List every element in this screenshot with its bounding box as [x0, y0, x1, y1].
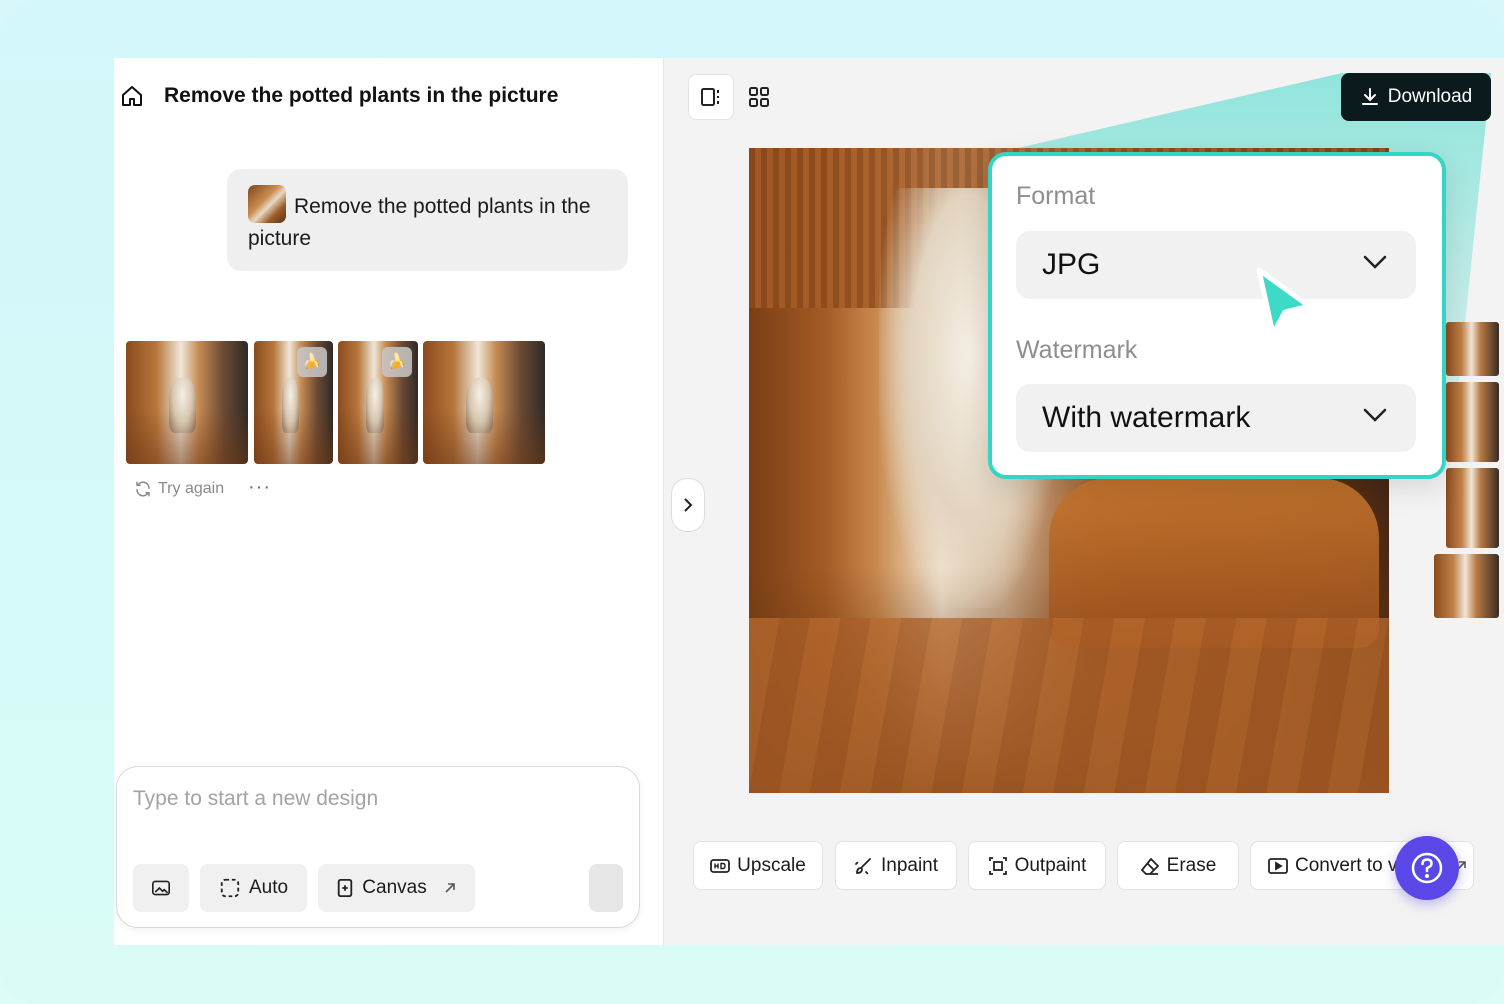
page-title: Remove the potted plants in the picture	[164, 84, 559, 107]
refresh-icon	[136, 481, 150, 497]
watermark-label: Watermark	[1016, 336, 1138, 364]
upscale-label: Upscale	[737, 854, 806, 876]
single-view-icon	[701, 88, 719, 106]
download-button[interactable]: Download	[1341, 73, 1491, 121]
inpaint-label: Inpaint	[880, 854, 939, 876]
send-button[interactable]	[589, 864, 623, 912]
outpaint-icon	[988, 856, 1007, 875]
eraser-icon	[1140, 857, 1159, 875]
canvas-icon	[338, 879, 353, 897]
chevron-right-icon	[684, 498, 693, 512]
prompt-image-thumbnail	[248, 185, 286, 223]
more-options-button[interactable]: ···	[248, 476, 271, 499]
result-thumbnail-4[interactable]	[423, 341, 545, 464]
download-options-popup: Format JPG Watermark With watermark	[988, 152, 1446, 479]
home-icon[interactable]	[120, 84, 144, 108]
side-thumbnail-4[interactable]	[1434, 554, 1499, 618]
result-thumbnail-3[interactable]: 🍌	[338, 341, 418, 464]
cursor-icon	[1256, 267, 1312, 337]
prompt-text: Remove the potted plants in the picture	[248, 195, 591, 250]
format-value: JPG	[1042, 248, 1101, 281]
hd-icon	[710, 858, 731, 873]
help-icon	[1411, 852, 1443, 884]
format-label: Format	[1016, 182, 1096, 210]
canvas-button[interactable]: Canvas	[318, 864, 475, 912]
inpaint-brush-icon	[855, 857, 871, 875]
image-upload-icon	[152, 880, 170, 896]
collapse-panel-button[interactable]	[671, 478, 705, 532]
auto-select-icon	[220, 878, 240, 898]
prompt-input[interactable]: Type to start a new design	[133, 787, 378, 811]
try-again-label: Try again	[158, 480, 225, 497]
side-thumbnail-2[interactable]	[1446, 382, 1499, 462]
chat-panel: Remove the potted plants in the picture …	[114, 58, 664, 945]
auto-label: Auto	[248, 877, 289, 898]
app-frame: Remove the potted plants in the picture …	[0, 0, 1504, 1004]
single-view-button[interactable]	[688, 74, 734, 120]
user-prompt-bubble: Remove the potted plants in the picture	[227, 169, 628, 271]
photo-floor	[749, 618, 1389, 793]
upload-image-button[interactable]	[133, 864, 189, 912]
upscale-button[interactable]: Upscale	[693, 841, 823, 890]
erase-label: Erase	[1166, 854, 1217, 876]
result-thumbnail-2[interactable]: 🍌	[254, 341, 333, 464]
side-thumbnail-1[interactable]	[1446, 322, 1499, 376]
watermark-select[interactable]: With watermark	[1016, 384, 1416, 452]
side-thumbnail-3[interactable]	[1446, 468, 1499, 548]
erase-button[interactable]: Erase	[1117, 841, 1239, 890]
chevron-down-icon	[1363, 408, 1387, 422]
grid-view-icon	[749, 87, 769, 107]
banana-badge-icon: 🍌	[382, 347, 412, 377]
help-button[interactable]	[1395, 836, 1459, 900]
result-thumbnail-1[interactable]	[126, 341, 248, 464]
download-icon	[1361, 88, 1378, 105]
banana-badge-icon: 🍌	[297, 347, 327, 377]
format-select[interactable]: JPG	[1016, 231, 1416, 299]
external-arrow-icon	[445, 883, 455, 893]
outpaint-button[interactable]: Outpaint	[968, 841, 1106, 890]
grid-view-button[interactable]	[736, 74, 782, 120]
download-label: Download	[1387, 86, 1473, 107]
outpaint-label: Outpaint	[1014, 854, 1087, 876]
app-window: Remove the potted plants in the picture …	[114, 58, 1504, 945]
try-again-button[interactable]: Try again	[134, 480, 224, 498]
convert-label: Convert to v	[1295, 854, 1398, 876]
prompt-composer: Type to start a new design Auto Canvas	[116, 766, 640, 928]
auto-mode-button[interactable]: Auto	[200, 864, 307, 912]
chevron-down-icon	[1363, 255, 1387, 269]
canvas-label: Canvas	[362, 877, 427, 898]
watermark-value: With watermark	[1042, 401, 1251, 434]
inpaint-button[interactable]: Inpaint	[835, 841, 957, 890]
video-icon	[1268, 857, 1288, 874]
